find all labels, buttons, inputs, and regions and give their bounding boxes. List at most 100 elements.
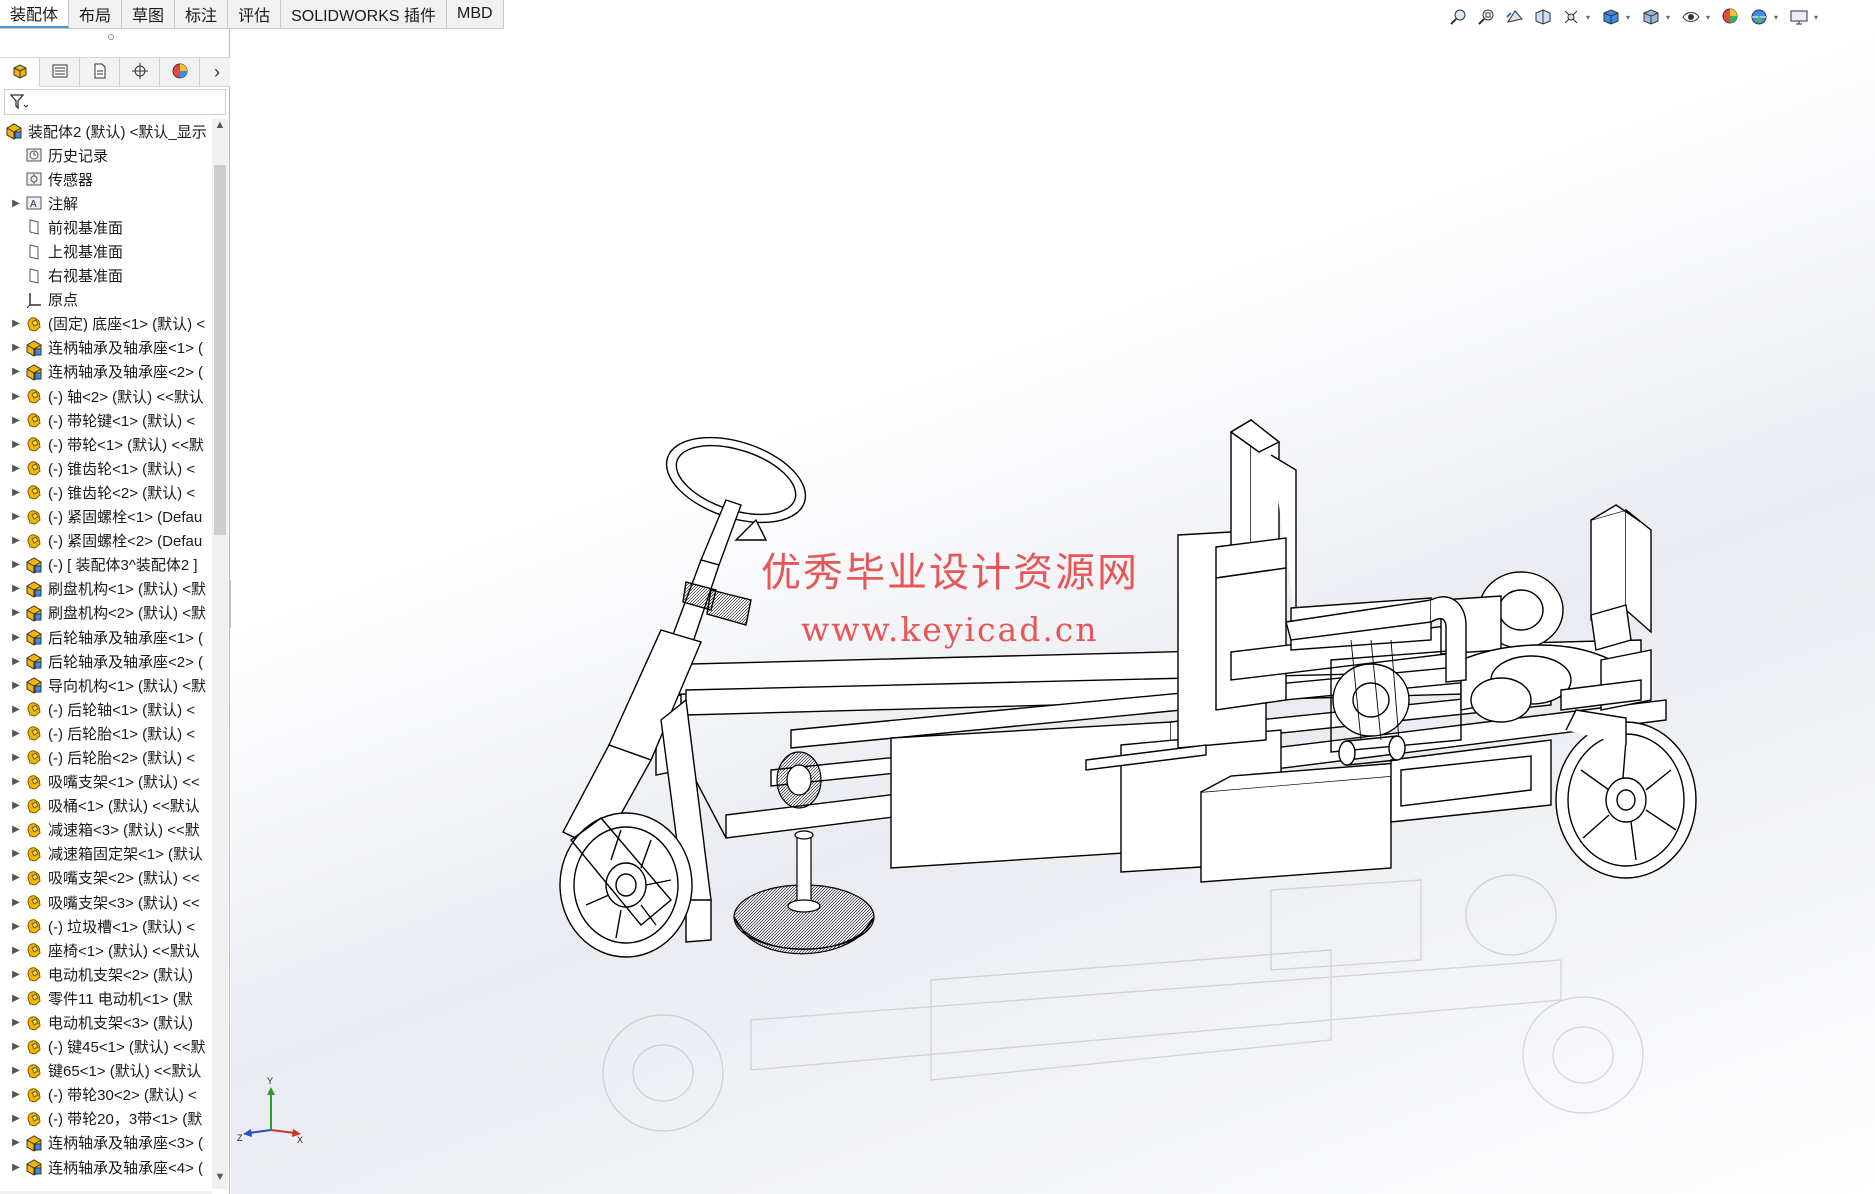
expand-arrow-icon[interactable]: ▶: [8, 607, 24, 618]
tree-item[interactable]: ▶ 刷盘机构<2> (默认) <默: [0, 601, 212, 625]
expand-arrow-icon[interactable]: ▶: [8, 1089, 24, 1100]
scroll-up-icon[interactable]: ▲: [212, 119, 228, 137]
configuration-manager-tab[interactable]: [80, 58, 120, 87]
expand-arrow-icon[interactable]: ▶: [8, 632, 24, 643]
property-manager-tab[interactable]: [40, 58, 80, 87]
tab-4[interactable]: 评估: [228, 0, 282, 28]
tree-item[interactable]: ▶ (-) 带轮20，3带<1> (默: [0, 1107, 212, 1131]
tree-item[interactable]: ▶ 连柄轴承及轴承座<1> (: [0, 336, 212, 360]
dimxpert-tab[interactable]: [120, 58, 160, 87]
panel-collapse-handle[interactable]: [108, 34, 114, 40]
tree-vertical-scrollbar[interactable]: ▲ ▼: [212, 119, 228, 1189]
tree-item[interactable]: ▶ (-) 后轮轴<1> (默认) <: [0, 697, 212, 721]
expand-arrow-icon[interactable]: ▶: [8, 391, 24, 402]
expand-arrow-icon[interactable]: ▶: [8, 1113, 24, 1124]
tree-item[interactable]: ▶ 减速箱<3> (默认) <<默: [0, 818, 212, 842]
expand-arrow-icon[interactable]: ▶: [8, 993, 24, 1004]
tree-item[interactable]: ▶ 连柄轴承及轴承座<4> (: [0, 1155, 212, 1179]
expand-arrow-icon[interactable]: ▶: [8, 921, 24, 932]
tab-0[interactable]: 装配体: [0, 0, 70, 28]
tree-item[interactable]: ▶ 座椅<1> (默认) <<默认: [0, 938, 212, 962]
expand-arrow-icon[interactable]: ▶: [8, 897, 24, 908]
expand-arrow-icon[interactable]: ▶: [8, 366, 24, 377]
tree-item[interactable]: ▶ A 注解: [0, 191, 212, 215]
expand-arrow-icon[interactable]: ▶: [8, 1041, 24, 1052]
display-manager-tab[interactable]: [160, 58, 200, 87]
tree-item[interactable]: ▶ (-) 键45<1> (默认) <<默: [0, 1035, 212, 1059]
tree-item[interactable]: ▶ (-) 锥齿轮<2> (默认) <: [0, 480, 212, 504]
expand-arrow-icon[interactable]: ▶: [8, 728, 24, 739]
tree-item[interactable]: ▶ 零件11 电动机<1> (默: [0, 986, 212, 1010]
expand-arrow-icon[interactable]: ▶: [8, 680, 24, 691]
expand-arrow-icon[interactable]: ▶: [8, 463, 24, 474]
tree-item[interactable]: ▶ (-) 后轮胎<2> (默认) <: [0, 745, 212, 769]
tree-item[interactable]: ▶ 后轮轴承及轴承座<1> (: [0, 625, 212, 649]
scroll-thumb[interactable]: [214, 165, 226, 535]
expand-arrow-icon[interactable]: ▶: [8, 198, 24, 209]
expand-arrow-icon[interactable]: ▶: [8, 487, 24, 498]
expand-arrow-icon[interactable]: ▶: [8, 848, 24, 859]
expand-arrow-icon[interactable]: ▶: [8, 1137, 24, 1148]
expand-arrow-icon[interactable]: ▶: [8, 583, 24, 594]
expand-arrow-icon[interactable]: ▶: [8, 824, 24, 835]
expand-arrow-icon[interactable]: ▶: [8, 656, 24, 667]
expand-arrow-icon[interactable]: ▶: [8, 800, 24, 811]
tab-3[interactable]: 标注: [175, 0, 229, 28]
expand-arrow-icon[interactable]: ▶: [8, 318, 24, 329]
tree-item[interactable]: ▶ (-) 带轮<1> (默认) <<默: [0, 432, 212, 456]
tree-item[interactable]: ▶ 减速箱固定架<1> (默认: [0, 842, 212, 866]
tree-item[interactable]: 前视基准面: [0, 215, 212, 239]
tree-item[interactable]: ▶ 键65<1> (默认) <<默认: [0, 1059, 212, 1083]
tree-item[interactable]: ▶ (-) 锥齿轮<1> (默认) <: [0, 456, 212, 480]
expand-arrow-icon[interactable]: ▶: [8, 439, 24, 450]
expand-arrow-icon[interactable]: ▶: [8, 535, 24, 546]
tree-item[interactable]: ▶ 导向机构<1> (默认) <默: [0, 673, 212, 697]
tree-item[interactable]: ▶ 吸嘴支架<1> (默认) <<: [0, 770, 212, 794]
tree-item[interactable]: ▶ 连柄轴承及轴承座<3> (: [0, 1131, 212, 1155]
tree-item[interactable]: ▶ (固定) 底座<1> (默认) <: [0, 312, 212, 336]
tree-item[interactable]: ▶ (-) 垃圾槽<1> (默认) <: [0, 914, 212, 938]
expand-arrow-icon[interactable]: ▶: [8, 776, 24, 787]
expand-arrow-icon[interactable]: ▶: [8, 752, 24, 763]
tree-item[interactable]: ▶ (-) 后轮胎<1> (默认) <: [0, 721, 212, 745]
tree-item[interactable]: 传感器: [0, 167, 212, 191]
scroll-down-icon[interactable]: ▼: [212, 1171, 228, 1189]
tree-item[interactable]: ▶ 电动机支架<2> (默认): [0, 962, 212, 986]
expand-arrow-icon[interactable]: ▶: [8, 511, 24, 522]
tree-item[interactable]: ▶ (-) 带轮键<1> (默认) <: [0, 408, 212, 432]
tab-1[interactable]: 布局: [69, 0, 123, 28]
feature-manager-tab[interactable]: [0, 58, 40, 87]
tab-6[interactable]: MBD: [447, 0, 504, 28]
tree-item[interactable]: ▶ (-) 轴<2> (默认) <<默认: [0, 384, 212, 408]
tree-root-assembly[interactable]: 装配体2 (默认) <默认_显示: [0, 119, 212, 143]
feature-tree-filter[interactable]: [4, 89, 226, 115]
tree-item[interactable]: 右视基准面: [0, 264, 212, 288]
tree-item[interactable]: ▶ 后轮轴承及轴承座<2> (: [0, 649, 212, 673]
expand-arrow-icon[interactable]: ▶: [8, 1162, 24, 1173]
expand-arrow-icon[interactable]: ▶: [8, 969, 24, 980]
expand-arrow-icon[interactable]: ▶: [8, 1065, 24, 1076]
tree-item[interactable]: 上视基准面: [0, 239, 212, 263]
tree-item[interactable]: ▶ 刷盘机构<1> (默认) <默: [0, 577, 212, 601]
tree-item[interactable]: ▶ (-) 带轮30<2> (默认) <: [0, 1083, 212, 1107]
tree-item[interactable]: ▶ (-) 紧固螺栓<1> (Defau: [0, 505, 212, 529]
expand-arrow-icon[interactable]: ▶: [8, 559, 24, 570]
tree-item[interactable]: ▶ (-) [ 装配体3^装配体2 ]: [0, 553, 212, 577]
expand-arrow-icon[interactable]: ▶: [8, 1017, 24, 1028]
tree-item[interactable]: 历史记录: [0, 143, 212, 167]
tree-item[interactable]: ▶ 电动机支架<3> (默认): [0, 1010, 212, 1034]
expand-arrow-icon[interactable]: ▶: [8, 342, 24, 353]
graphics-area[interactable]: ▾ ▾ ▾ ▾ ▾ ▾ 优秀毕业设计资源网 www.keyicad.cn Y X…: [231, 0, 1875, 1194]
tree-item[interactable]: ▶ 吸嘴支架<2> (默认) <<: [0, 866, 212, 890]
expand-arrow-icon[interactable]: ▶: [8, 872, 24, 883]
tree-item[interactable]: ▶ (-) 紧固螺栓<2> (Defau: [0, 529, 212, 553]
tree-item[interactable]: ▶ 吸嘴支架<3> (默认) <<: [0, 890, 212, 914]
tab-2[interactable]: 草图: [122, 0, 176, 28]
expand-arrow-icon[interactable]: ▶: [8, 945, 24, 956]
tree-item[interactable]: 原点: [0, 288, 212, 312]
tree-item[interactable]: ▶ 吸桶<1> (默认) <<默认: [0, 794, 212, 818]
chevron-right-icon[interactable]: ›: [204, 58, 230, 87]
tree-item[interactable]: ▶ 连柄轴承及轴承座<2> (: [0, 360, 212, 384]
expand-arrow-icon[interactable]: ▶: [8, 704, 24, 715]
expand-arrow-icon[interactable]: ▶: [8, 415, 24, 426]
